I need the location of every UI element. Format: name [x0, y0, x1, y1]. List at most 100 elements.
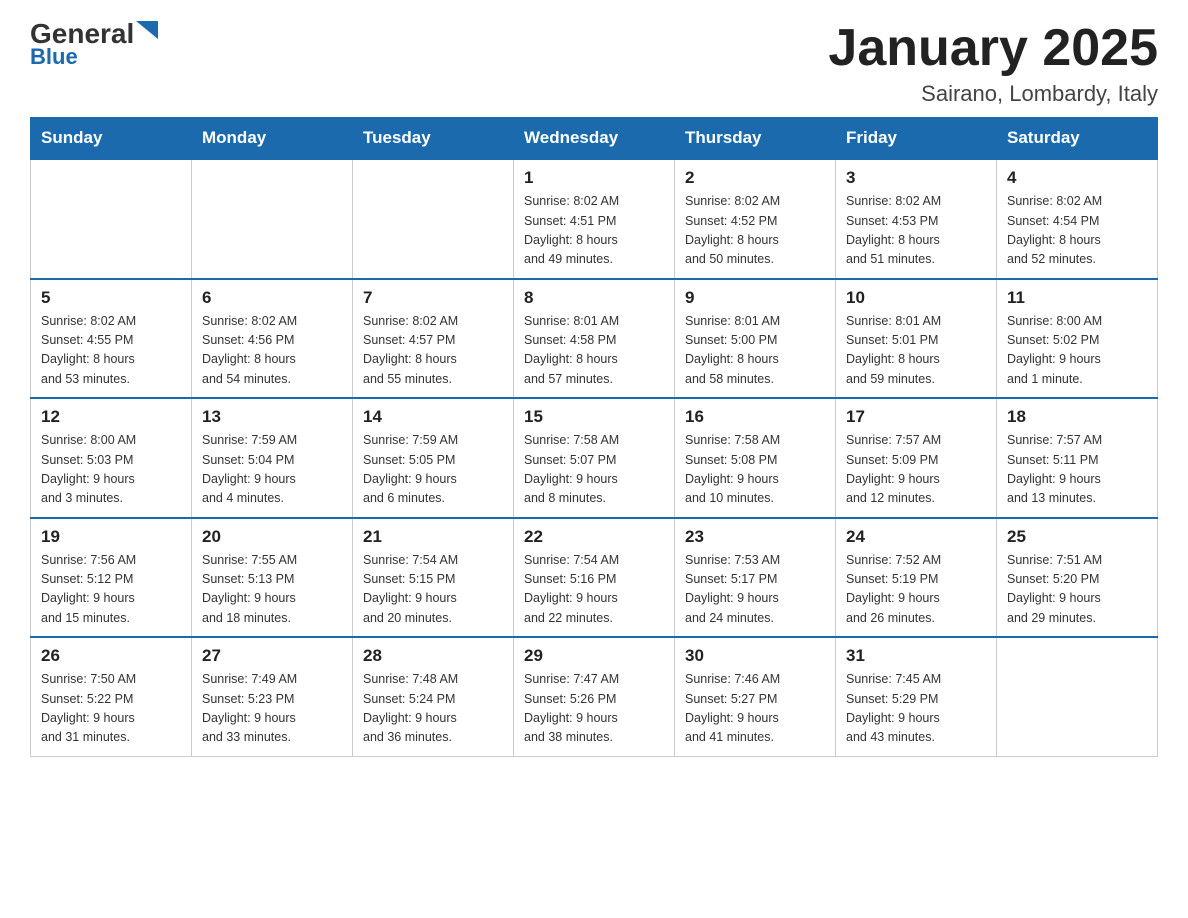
calendar-cell: 24 Sunrise: 7:52 AMSunset: 5:19 PMDayligh… — [836, 518, 997, 638]
day-number: 17 — [846, 407, 986, 427]
day-number: 28 — [363, 646, 503, 666]
day-info: Sunrise: 8:01 AMSunset: 5:01 PMDaylight:… — [846, 312, 986, 390]
day-info: Sunrise: 8:02 AMSunset: 4:57 PMDaylight:… — [363, 312, 503, 390]
day-number: 25 — [1007, 527, 1147, 547]
week-row-4: 19 Sunrise: 7:56 AMSunset: 5:12 PMDayligh… — [31, 518, 1158, 638]
calendar-cell: 28 Sunrise: 7:48 AMSunset: 5:24 PMDayligh… — [353, 637, 514, 756]
day-number: 6 — [202, 288, 342, 308]
calendar-cell: 9Sunrise: 8:01 AMSunset: 5:00 PMDaylight… — [675, 279, 836, 399]
day-number: 12 — [41, 407, 181, 427]
day-number: 30 — [685, 646, 825, 666]
day-info: Sunrise: 7:56 AMSunset: 5:12 PMDaylight:… — [41, 551, 181, 629]
calendar-title: January 2025 — [828, 20, 1158, 77]
logo: General Blue — [30, 20, 158, 70]
header-saturday: Saturday — [997, 118, 1158, 160]
calendar-cell: 23Sunrise: 7:53 AMSunset: 5:17 PMDayligh… — [675, 518, 836, 638]
day-info: Sunrise: 8:02 AMSunset: 4:52 PMDaylight:… — [685, 192, 825, 270]
calendar-cell: 13Sunrise: 7:59 AMSunset: 5:04 PMDayligh… — [192, 398, 353, 518]
day-number: 10 — [846, 288, 986, 308]
day-info: Sunrise: 7:54 AMSunset: 5:16 PMDaylight:… — [524, 551, 664, 629]
calendar-cell: 6Sunrise: 8:02 AMSunset: 4:56 PMDaylight… — [192, 279, 353, 399]
calendar-cell — [353, 159, 514, 279]
day-number: 1 — [524, 168, 664, 188]
calendar-cell: 26 Sunrise: 7:50 AMSunset: 5:22 PMDayligh… — [31, 637, 192, 756]
calendar-cell: 30 Sunrise: 7:46 AMSunset: 5:27 PMDayligh… — [675, 637, 836, 756]
day-info: Sunrise: 7:52 AMSunset: 5:19 PMDaylight:… — [846, 551, 986, 629]
day-info: Sunrise: 7:58 AMSunset: 5:07 PMDaylight:… — [524, 431, 664, 509]
calendar-cell: 25 Sunrise: 7:51 AMSunset: 5:20 PMDayligh… — [997, 518, 1158, 638]
calendar-cell — [192, 159, 353, 279]
day-number: 20 — [202, 527, 342, 547]
day-info: Sunrise: 7:59 AMSunset: 5:05 PMDaylight:… — [363, 431, 503, 509]
header-row: Sunday Monday Tuesday Wednesday Thursday… — [31, 118, 1158, 160]
day-info: Sunrise: 7:50 AMSunset: 5:22 PMDaylight:… — [41, 670, 181, 748]
calendar-cell: 14 Sunrise: 7:59 AMSunset: 5:05 PMDayligh… — [353, 398, 514, 518]
calendar-cell: 2 Sunrise: 8:02 AMSunset: 4:52 PMDaylight… — [675, 159, 836, 279]
day-info: Sunrise: 8:01 AMSunset: 4:58 PMDaylight:… — [524, 312, 664, 390]
day-info: Sunrise: 7:48 AMSunset: 5:24 PMDaylight:… — [363, 670, 503, 748]
day-number: 24 — [846, 527, 986, 547]
day-number: 21 — [363, 527, 503, 547]
calendar-cell: 5Sunrise: 8:02 AMSunset: 4:55 PMDaylight… — [31, 279, 192, 399]
day-info: Sunrise: 7:57 AMSunset: 5:11 PMDaylight:… — [1007, 431, 1147, 509]
header-tuesday: Tuesday — [353, 118, 514, 160]
day-info: Sunrise: 8:01 AMSunset: 5:00 PMDaylight:… — [685, 312, 825, 390]
calendar-cell: 17 Sunrise: 7:57 AMSunset: 5:09 PMDayligh… — [836, 398, 997, 518]
logo-arrow-icon — [136, 21, 158, 39]
calendar-table: Sunday Monday Tuesday Wednesday Thursday… — [30, 117, 1158, 757]
week-row-2: 5Sunrise: 8:02 AMSunset: 4:55 PMDaylight… — [31, 279, 1158, 399]
day-number: 4 — [1007, 168, 1147, 188]
day-number: 27 — [202, 646, 342, 666]
day-number: 3 — [846, 168, 986, 188]
day-number: 16 — [685, 407, 825, 427]
calendar-cell: 4Sunrise: 8:02 AMSunset: 4:54 PMDaylight… — [997, 159, 1158, 279]
day-info: Sunrise: 8:00 AMSunset: 5:03 PMDaylight:… — [41, 431, 181, 509]
day-info: Sunrise: 8:02 AMSunset: 4:53 PMDaylight:… — [846, 192, 986, 270]
day-info: Sunrise: 7:57 AMSunset: 5:09 PMDaylight:… — [846, 431, 986, 509]
calendar-cell: 15 Sunrise: 7:58 AMSunset: 5:07 PMDayligh… — [514, 398, 675, 518]
day-number: 15 — [524, 407, 664, 427]
calendar-cell: 3 Sunrise: 8:02 AMSunset: 4:53 PMDaylight… — [836, 159, 997, 279]
calendar-cell: 16Sunrise: 7:58 AMSunset: 5:08 PMDayligh… — [675, 398, 836, 518]
day-info: Sunrise: 7:46 AMSunset: 5:27 PMDaylight:… — [685, 670, 825, 748]
day-number: 7 — [363, 288, 503, 308]
day-number: 14 — [363, 407, 503, 427]
day-number: 31 — [846, 646, 986, 666]
header-friday: Friday — [836, 118, 997, 160]
day-number: 2 — [685, 168, 825, 188]
day-info: Sunrise: 7:45 AMSunset: 5:29 PMDaylight:… — [846, 670, 986, 748]
header-wednesday: Wednesday — [514, 118, 675, 160]
calendar-cell: 22Sunrise: 7:54 AMSunset: 5:16 PMDayligh… — [514, 518, 675, 638]
calendar-cell: 19 Sunrise: 7:56 AMSunset: 5:12 PMDayligh… — [31, 518, 192, 638]
header-thursday: Thursday — [675, 118, 836, 160]
calendar-cell: 10 Sunrise: 8:01 AMSunset: 5:01 PMDayligh… — [836, 279, 997, 399]
day-info: Sunrise: 7:51 AMSunset: 5:20 PMDaylight:… — [1007, 551, 1147, 629]
calendar-cell: 1 Sunrise: 8:02 AMSunset: 4:51 PMDaylight… — [514, 159, 675, 279]
calendar-cell: 29 Sunrise: 7:47 AMSunset: 5:26 PMDayligh… — [514, 637, 675, 756]
day-number: 19 — [41, 527, 181, 547]
calendar-cell: 18 Sunrise: 7:57 AMSunset: 5:11 PMDayligh… — [997, 398, 1158, 518]
day-info: Sunrise: 7:54 AMSunset: 5:15 PMDaylight:… — [363, 551, 503, 629]
day-number: 29 — [524, 646, 664, 666]
title-block: January 2025 Sairano, Lombardy, Italy — [828, 20, 1158, 107]
header-sunday: Sunday — [31, 118, 192, 160]
day-number: 18 — [1007, 407, 1147, 427]
day-number: 11 — [1007, 288, 1147, 308]
calendar-cell: 12 Sunrise: 8:00 AMSunset: 5:03 PMDayligh… — [31, 398, 192, 518]
calendar-subtitle: Sairano, Lombardy, Italy — [828, 81, 1158, 107]
calendar-cell: 21 Sunrise: 7:54 AMSunset: 5:15 PMDayligh… — [353, 518, 514, 638]
day-info: Sunrise: 8:00 AMSunset: 5:02 PMDaylight:… — [1007, 312, 1147, 390]
calendar-cell — [997, 637, 1158, 756]
calendar-cell: 27Sunrise: 7:49 AMSunset: 5:23 PMDayligh… — [192, 637, 353, 756]
week-row-3: 12 Sunrise: 8:00 AMSunset: 5:03 PMDayligh… — [31, 398, 1158, 518]
day-info: Sunrise: 7:47 AMSunset: 5:26 PMDaylight:… — [524, 670, 664, 748]
logo-blue-text: Blue — [30, 44, 78, 70]
header-monday: Monday — [192, 118, 353, 160]
day-info: Sunrise: 7:53 AMSunset: 5:17 PMDaylight:… — [685, 551, 825, 629]
day-number: 26 — [41, 646, 181, 666]
day-info: Sunrise: 8:02 AMSunset: 4:55 PMDaylight:… — [41, 312, 181, 390]
header: General Blue January 2025 Sairano, Lomba… — [30, 20, 1158, 107]
calendar-cell: 8Sunrise: 8:01 AMSunset: 4:58 PMDaylight… — [514, 279, 675, 399]
day-info: Sunrise: 8:02 AMSunset: 4:51 PMDaylight:… — [524, 192, 664, 270]
calendar-cell: 31 Sunrise: 7:45 AMSunset: 5:29 PMDayligh… — [836, 637, 997, 756]
